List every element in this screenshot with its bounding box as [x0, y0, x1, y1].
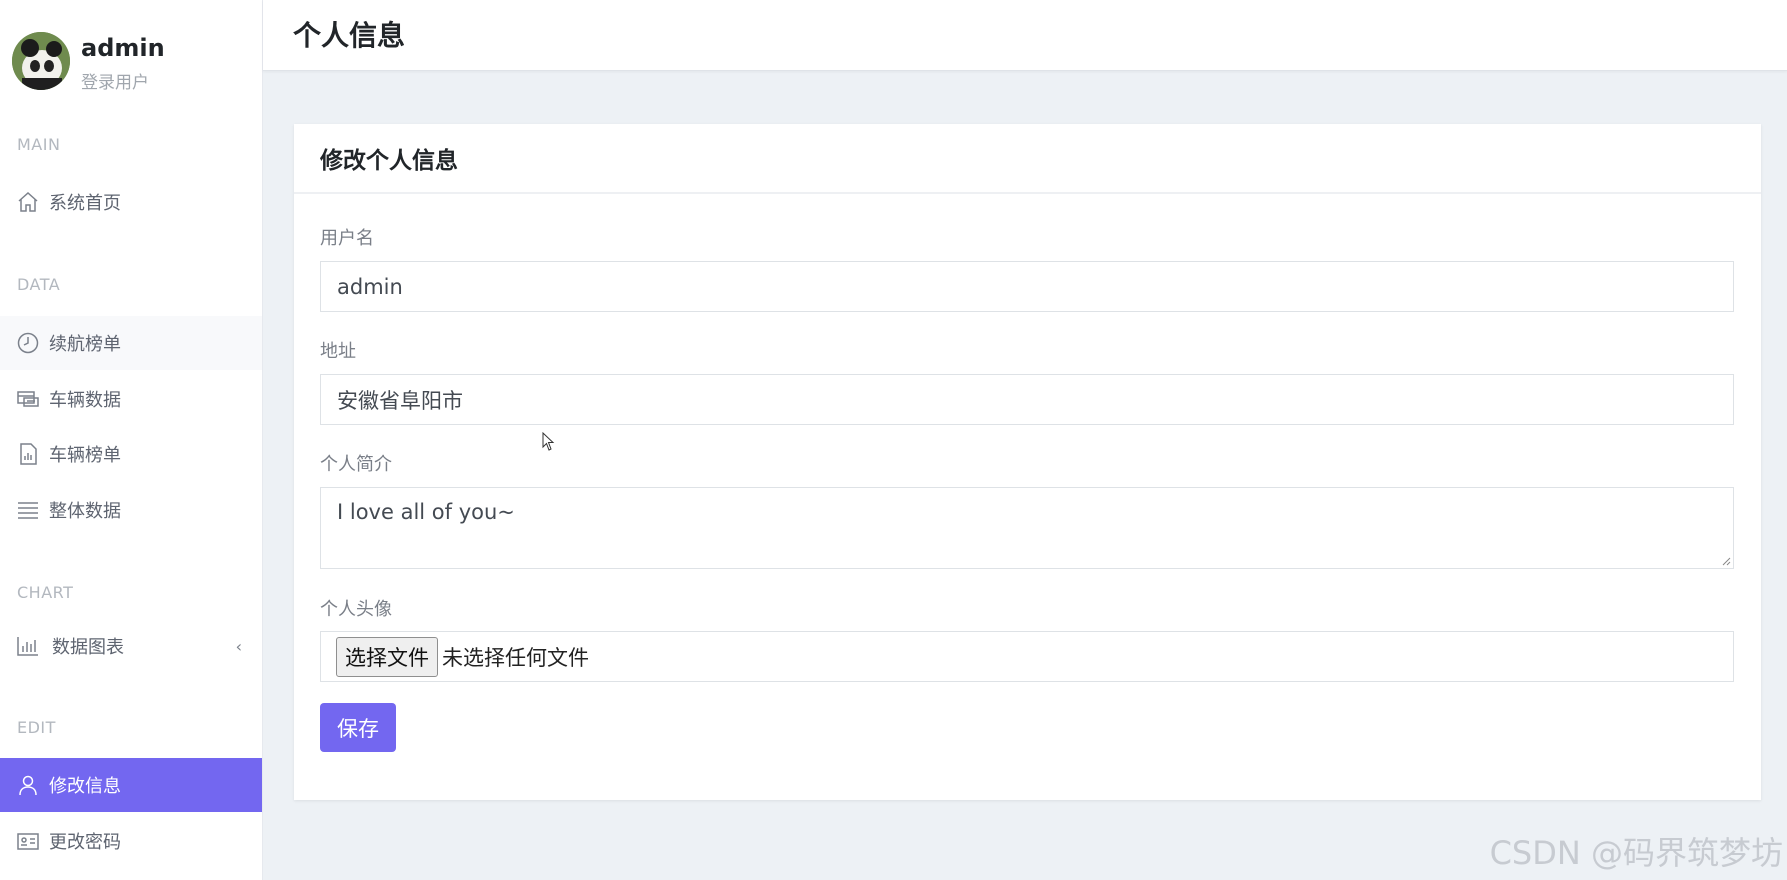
top-bar: 个人信息	[263, 0, 1787, 71]
sidebar-item-label: 车辆榜单	[49, 445, 121, 466]
sidebar-item-home[interactable]: 系统首页	[0, 175, 262, 229]
user-profile: admin 登录用户	[12, 32, 252, 93]
avatar-file-input[interactable]: 选择文件 未选择任何文件	[320, 631, 1734, 682]
avatar[interactable]	[12, 32, 70, 90]
sidebar-item-edit-info[interactable]: 修改信息	[0, 758, 262, 812]
page-title: 个人信息	[293, 19, 406, 52]
sidebar-item-label: 更改密码	[49, 832, 121, 853]
section-label-main: MAIN	[17, 135, 61, 154]
home-icon	[15, 189, 41, 215]
id-card-icon	[15, 828, 41, 854]
username-label: 用户名	[320, 228, 374, 249]
sidebar-item-data-charts[interactable]: 数据图表 ‹	[0, 619, 262, 673]
address-label: 地址	[320, 341, 356, 362]
avatar-label: 个人头像	[320, 599, 392, 620]
save-button[interactable]: 保存	[320, 703, 396, 752]
section-label-edit: EDIT	[17, 718, 56, 737]
section-label-chart: CHART	[17, 583, 74, 602]
sidebar-item-overall-data[interactable]: 整体数据	[0, 483, 262, 537]
bio-label: 个人简介	[320, 454, 392, 475]
watermark: CSDN @码界筑梦坊	[1489, 834, 1783, 872]
username-field[interactable]: admin	[320, 261, 1734, 312]
bio-text: I love all of you~	[337, 500, 515, 524]
list-icon	[15, 497, 41, 523]
user-role-label: 登录用户	[81, 73, 149, 93]
chevron-left-icon[interactable]: ‹	[236, 637, 242, 656]
clock-icon	[15, 330, 41, 356]
sidebar-item-label: 系统首页	[49, 193, 121, 214]
card-title: 修改个人信息	[294, 124, 1761, 194]
sidebar-item-label: 数据图表	[52, 637, 124, 658]
edit-profile-card: 修改个人信息 用户名 admin 地址 安徽省阜阳市 个人简介 I love a…	[294, 124, 1761, 800]
choose-file-button[interactable]: 选择文件	[336, 636, 438, 677]
sidebar-item-vehicle-data[interactable]: 车辆数据	[0, 372, 262, 426]
vehicle-icon	[15, 386, 41, 412]
file-status-text: 未选择任何文件	[442, 645, 589, 670]
sidebar-item-vehicle-ranking[interactable]: 车辆榜单	[0, 427, 262, 481]
user-icon	[15, 772, 41, 798]
sidebar-item-label: 修改信息	[49, 776, 121, 797]
sidebar: admin 登录用户 MAIN 系统首页 DATA 续航榜单 车辆数据 车辆榜单…	[0, 0, 263, 880]
address-field[interactable]: 安徽省阜阳市	[320, 374, 1734, 425]
document-chart-icon	[15, 441, 41, 467]
bar-chart-icon	[15, 633, 41, 659]
resize-grip-icon[interactable]	[1721, 556, 1731, 566]
sidebar-item-label: 车辆数据	[49, 390, 121, 411]
section-label-data: DATA	[17, 275, 61, 294]
mouse-cursor-icon	[542, 432, 555, 451]
sidebar-item-label: 整体数据	[49, 501, 121, 522]
username-label: admin	[81, 34, 165, 62]
bio-textarea[interactable]: I love all of you~	[320, 487, 1734, 569]
sidebar-item-change-password[interactable]: 更改密码	[0, 814, 262, 868]
sidebar-item-label: 续航榜单	[49, 334, 121, 355]
sidebar-item-range-ranking[interactable]: 续航榜单	[0, 316, 262, 370]
